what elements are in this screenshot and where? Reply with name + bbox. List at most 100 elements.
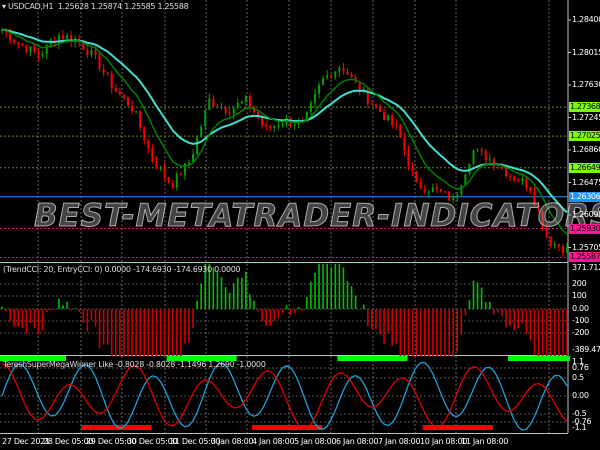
candle-bearish <box>37 51 40 56</box>
candle-bearish <box>212 98 215 106</box>
candle-bullish <box>41 54 44 56</box>
candle-bullish <box>277 125 280 127</box>
candle-bearish <box>86 49 89 56</box>
candle-bullish <box>431 187 434 192</box>
candle-bullish <box>566 247 568 253</box>
candle-bearish <box>269 126 272 129</box>
candle-bullish <box>236 102 239 108</box>
candle-bearish <box>143 127 146 141</box>
candle-bearish <box>21 43 24 46</box>
candle-bearish <box>127 97 130 107</box>
candle-bearish <box>261 117 264 126</box>
candle-bearish <box>110 73 113 88</box>
candle-bearish <box>435 187 438 189</box>
candle-bearish <box>25 45 28 53</box>
candle-bearish <box>374 104 377 107</box>
ohlc-low: 1.25585 <box>124 2 156 11</box>
candle-bullish <box>204 109 207 127</box>
cci-values: 0.0000 -174.6930 -174.6930 0.0000 <box>104 265 241 274</box>
candle-bearish <box>61 35 64 39</box>
candle-bullish <box>220 107 223 109</box>
megawinner-values: -0.8028 -0.8028 -1.1496 1.2690 -1.0000 <box>115 360 266 369</box>
candle-bearish <box>163 167 166 178</box>
time-label: 11 Jan 08:00 <box>461 437 509 446</box>
candle-bullish <box>553 243 556 246</box>
candle-bearish <box>17 42 20 44</box>
candle-bearish <box>411 165 414 171</box>
price-tag: 1.27368 <box>569 102 600 113</box>
candle-bearish <box>346 71 349 75</box>
candle-bearish <box>147 140 150 149</box>
candle-bullish <box>244 95 247 102</box>
candle-bearish <box>370 103 373 105</box>
signal-bar-down <box>146 425 152 430</box>
candle-bearish <box>342 67 345 72</box>
time-label: 5 Jan 08:00 <box>294 437 337 446</box>
megawinner-tick: 0.00 <box>572 391 589 400</box>
candle-bullish <box>90 50 93 56</box>
candle-bullish <box>29 46 32 53</box>
cci-title: (TrendCCI: 20, EntryCCI: 0) <box>3 265 103 274</box>
candle-bearish <box>102 69 105 73</box>
candle-bullish <box>200 126 203 138</box>
candle-bearish <box>391 115 394 125</box>
candle-bearish <box>496 166 499 168</box>
candle-bullish <box>326 75 329 78</box>
candle-bearish <box>561 246 564 253</box>
time-label: 7 Jan 08:00 <box>378 437 421 446</box>
price-tag: 1.26306 <box>569 191 600 202</box>
candle-bearish <box>549 236 552 246</box>
candle-bearish <box>415 170 418 182</box>
ohlc-high: 1.25874 <box>90 2 122 11</box>
candle-bearish <box>525 178 528 188</box>
candle-bullish <box>318 84 321 94</box>
candle-bearish <box>509 175 512 177</box>
candle-bearish <box>383 112 386 120</box>
candle-bearish <box>557 243 560 247</box>
candle-bullish <box>387 115 390 120</box>
candle-bullish <box>240 101 243 103</box>
candle-bearish <box>500 167 503 169</box>
signal-bar-up <box>402 356 408 361</box>
price-tag: 1.25587 <box>569 252 600 263</box>
candle-bearish <box>122 94 125 98</box>
time-label: 10 Jan 08:00 <box>420 437 468 446</box>
candle-bearish <box>114 87 117 92</box>
candle-bullish <box>460 185 463 195</box>
price-tick: 1.27245 <box>572 112 600 122</box>
candle-bullish <box>45 44 48 55</box>
candle-bullish <box>196 137 199 155</box>
candle-bullish <box>159 167 162 169</box>
cci-tick: 371.7126 <box>572 263 600 272</box>
candle-bullish <box>322 77 325 85</box>
candle-bearish <box>139 111 142 128</box>
candle-bullish <box>309 102 312 112</box>
candle-bearish <box>13 40 16 43</box>
candle-bullish <box>472 149 475 164</box>
candle-bearish <box>118 91 121 95</box>
mt4-chart-window: BEST-METATRADER-INDICATORS.COM ▾ USDCAD,… <box>0 0 600 450</box>
candle-bullish <box>334 71 337 78</box>
candle-bearish <box>419 181 422 189</box>
candle-bearish <box>517 179 520 182</box>
candle-bearish <box>131 106 134 112</box>
candle-bearish <box>9 32 12 41</box>
candle-bearish <box>330 75 333 78</box>
candle-bearish <box>480 149 483 152</box>
candle-bearish <box>228 112 231 114</box>
cci-tick: -100 <box>572 316 589 325</box>
candle-bearish <box>444 191 447 193</box>
candle-bullish <box>456 194 459 197</box>
time-label: 6 Jan 08:00 <box>336 437 379 446</box>
candle-bearish <box>350 74 353 78</box>
candle-bearish <box>395 124 398 126</box>
symbol-label: USDCAD,H1 <box>7 2 54 11</box>
candle-bullish <box>313 93 316 103</box>
candle-bearish <box>224 107 227 113</box>
time-label: 3 Jan 08:00 <box>211 437 254 446</box>
cci-tick: 0.00 <box>572 304 589 313</box>
cci-tick: 200 <box>572 279 587 288</box>
candle-bearish <box>151 148 154 162</box>
candle-bearish <box>484 151 487 161</box>
candle-bullish <box>521 178 524 182</box>
